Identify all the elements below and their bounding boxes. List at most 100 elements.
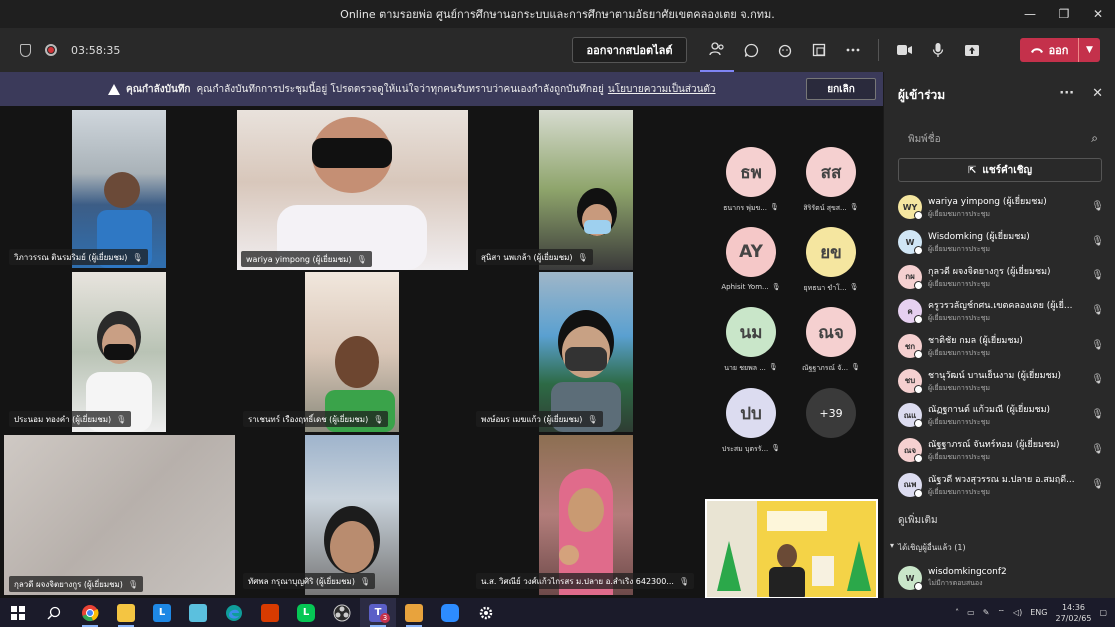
pen-icon[interactable]: ✎ <box>983 608 990 617</box>
video-tile[interactable] <box>539 110 633 270</box>
people-icon[interactable] <box>700 28 734 72</box>
participant-name: ราเชนทร์ เรืองฤทธิ์เดช (ผู้เยี่ยมชม) <box>248 414 369 424</box>
list-item[interactable]: WY wariya yimpong (ผู้เยี่ยมชม) ผู้เยี่ยม… <box>898 190 1108 225</box>
video-tile[interactable]: wariya yimpong (ผู้เยี่ยมชม) 🎙 <box>237 110 468 270</box>
network-icon[interactable]: ▭ <box>967 608 975 617</box>
input-language[interactable]: ENG <box>1030 608 1047 617</box>
search-icon[interactable] <box>36 598 72 627</box>
line-icon[interactable]: L <box>288 598 324 627</box>
search-placeholder: พิมพ์ชื่อ <box>908 133 941 145</box>
share-invite-button[interactable]: ⇱ แชร์คำเชิญ <box>898 158 1102 182</box>
privacy-policy-link[interactable]: นโยบายความเป็นส่วนตัว <box>608 82 716 97</box>
edge-icon[interactable] <box>216 598 252 627</box>
list-item[interactable]: W Wisdomking (ผู้เยี่ยมชม) ผู้เยี่ยมชมการ… <box>898 225 1108 260</box>
banner-message: คุณกำลังบันทึกการประชุมนี้อยู่ โปรดตรวจด… <box>196 83 604 95</box>
avatar-tile[interactable]: ปบ ประสม บุตรรั... 🎙 <box>716 388 786 455</box>
video-tile[interactable] <box>72 110 166 268</box>
video-tile[interactable] <box>72 272 166 432</box>
clock-date: 27/02/65 <box>1055 613 1092 623</box>
leave-main[interactable]: ออก <box>1020 41 1078 59</box>
participant-name: Wisdomking (ผู้เยี่ยมชม) <box>928 232 1030 243</box>
volume-icon[interactable]: ◁) <box>1013 608 1022 617</box>
more-participants-tile[interactable]: +39 <box>796 388 866 438</box>
search-icon[interactable]: ⌕ <box>1091 131 1098 146</box>
participant-name: ชาติชัย กมล (ผู้เยี่ยมชม) <box>928 336 1023 347</box>
participant-name: ณัฐฐาภรณ์ จันทร์หอม (ผู้เยี่ยมชม) <box>928 440 1060 451</box>
avatar-tile[interactable]: นม นาย ชยพล ... 🎙 <box>716 307 786 374</box>
video-tile[interactable] <box>539 435 633 595</box>
explorer-icon[interactable] <box>108 598 144 627</box>
list-item[interactable]: ณแ ณัฏฐกานต์ แก้วมณี (ผู้เยี่ยมชม) ผู้เยี… <box>898 398 1108 433</box>
mic-off-icon: 🎙 <box>373 414 384 424</box>
camera-icon[interactable] <box>887 28 921 72</box>
start-icon[interactable] <box>0 598 36 627</box>
avatar-tile[interactable]: สส สิริรัตน์ สุขส... 🎙 <box>796 147 866 214</box>
lms-icon[interactable]: L <box>144 598 180 627</box>
obs-icon[interactable] <box>324 598 360 627</box>
mic-off-icon: 🎙 <box>849 283 859 291</box>
video-tile[interactable] <box>539 272 633 432</box>
rooms-icon[interactable] <box>802 28 836 72</box>
maximize-button[interactable]: ❐ <box>1047 0 1081 28</box>
avatar-label: ธนากร พุ่มข... 🎙 <box>716 203 786 214</box>
teams-icon[interactable]: T 3 <box>360 598 396 627</box>
video-stage: วิภาวรรณ ตินรมริมย์ (ผู้เยี่ยมชม) 🎙 wariy… <box>0 106 883 599</box>
close-icon[interactable]: ✕ <box>1092 86 1103 101</box>
settings-icon[interactable] <box>468 598 504 627</box>
list-item[interactable]: ณพ ณัฐวดี พวงสุวรรณ ม.ปลาย อ.สมฤดี... ผู้… <box>898 468 1108 503</box>
participant-search-input[interactable]: พิมพ์ชื่อ ⌕ <box>898 128 1102 150</box>
share-icon[interactable] <box>955 28 989 72</box>
taskbar-clock[interactable]: 14:36 27/02/65 <box>1056 602 1092 624</box>
chevron-up-icon[interactable]: ˄ <box>955 608 959 617</box>
video-tile[interactable] <box>305 435 399 595</box>
zoom-icon[interactable] <box>432 598 468 627</box>
mic-off-icon: 🎙 <box>771 444 781 452</box>
leave-spotlight-button[interactable]: ออกจากสปอตไลต์ <box>572 37 687 63</box>
video-tile[interactable]: กุลวดี ผจงจิตยางกูร (ผู้เยี่ยมชม) 🎙 <box>4 435 235 595</box>
meeting-status: 03:58:35 <box>0 43 120 57</box>
reactions-icon[interactable] <box>768 28 802 72</box>
office-icon[interactable] <box>252 598 288 627</box>
list-item[interactable]: กผ กุลวดี ผจงจิตยางกูร (ผู้เยี่ยมชม) ผู้เ… <box>898 259 1108 294</box>
participant-role: ผู้เยี่ยมชมการประชุม <box>928 245 990 254</box>
chat-icon[interactable] <box>734 28 768 72</box>
list-item[interactable]: ค ครูวรวลัญช์กศน.เขตคลองเตย (ผู้เยี่... ผ… <box>898 294 1108 329</box>
avatar: กผ <box>898 264 923 290</box>
chevron-down-icon[interactable]: ▼ <box>1078 38 1100 62</box>
list-item[interactable]: ณจ ณัฐฐาภรณ์ จันทร์หอม (ผู้เยี่ยมชม) ผู้เ… <box>898 433 1108 468</box>
avatar-name: Aphisit Yom... <box>721 283 769 291</box>
more-icon[interactable] <box>836 28 870 72</box>
participant-role: ผู้เยี่ยมชมการประชุม <box>928 314 990 323</box>
invitee-status: ไม่มีการตอบสนอง <box>928 579 983 587</box>
avatar-tile[interactable]: ธพ ธนากร พุ่มข... 🎙 <box>716 147 786 214</box>
avatar-tile[interactable]: ณจ ณัฐฐาภรณ์ จั... 🎙 <box>796 307 866 374</box>
list-item[interactable]: ชบ ชานุวัฒน์ บานเย็นงาม (ผู้เยี่ยมชม) ผู้… <box>898 363 1108 398</box>
participant-nametag: ราเชนทร์ เรืองฤทธิ์เดช (ผู้เยี่ยมชม) 🎙 <box>243 411 389 427</box>
leave-meeting-button[interactable]: ออก ▼ <box>1020 38 1100 62</box>
avatar-label: ประสม บุตรรั... 🎙 <box>716 444 786 455</box>
mic-off-icon: 🎙 <box>770 203 779 211</box>
invited-participant[interactable]: W wisdomkingconf2 ไม่มีการตอบสนอง <box>898 566 1088 591</box>
cancel-recording-button[interactable]: ยกเลิก <box>806 78 876 100</box>
notepad-icon[interactable] <box>180 598 216 627</box>
self-view-video[interactable] <box>705 499 878 599</box>
media-icon[interactable] <box>396 598 432 627</box>
chrome-icon[interactable] <box>72 598 108 627</box>
mic-icon[interactable] <box>921 28 955 72</box>
participant-nametag: ประนอม ทองคำ (ผู้เยี่ยมชม) 🎙 <box>9 411 132 427</box>
minimize-button[interactable]: — <box>1013 0 1047 28</box>
avatar-tile[interactable]: ยข ยุทธนา ขำโ... 🎙 <box>796 227 866 294</box>
avatar-tile[interactable]: AY Aphisit Yom... 🎙 <box>716 227 786 291</box>
participant-nametag: น.ส. วิศณีย์ วงศ์แก้วไกรสร ม.ปลาย อ.สำเร… <box>476 573 695 589</box>
see-more-link[interactable]: ดูเพิ่มเติม <box>898 513 938 528</box>
list-item[interactable]: ชก ชาติชัย กมล (ผู้เยี่ยมชม) ผู้เยี่ยมชมก… <box>898 329 1108 364</box>
more-options-icon[interactable]: ··· <box>1059 86 1074 101</box>
participant-role: ผู้เยี่ยมชมการประชุม <box>928 418 990 427</box>
video-tile[interactable] <box>305 272 399 432</box>
close-window-button[interactable]: ✕ <box>1081 0 1115 28</box>
wifi-icon[interactable]: ⌔ <box>997 608 1005 618</box>
participant-name: ทัศพล กรุณาบุญศิริ (ผู้เยี่ยมชม) <box>248 576 355 586</box>
windows-taskbar: L L T 3 ˄ ▭ ✎ ⌔ ◁) ENG 14:36 27/02/65 ▢ <box>0 598 1115 627</box>
notification-icon[interactable]: ▢ <box>1099 608 1107 617</box>
invited-section-header[interactable]: ▾ ได้เชิญผู้อื่นแล้ว (1) <box>890 541 966 554</box>
